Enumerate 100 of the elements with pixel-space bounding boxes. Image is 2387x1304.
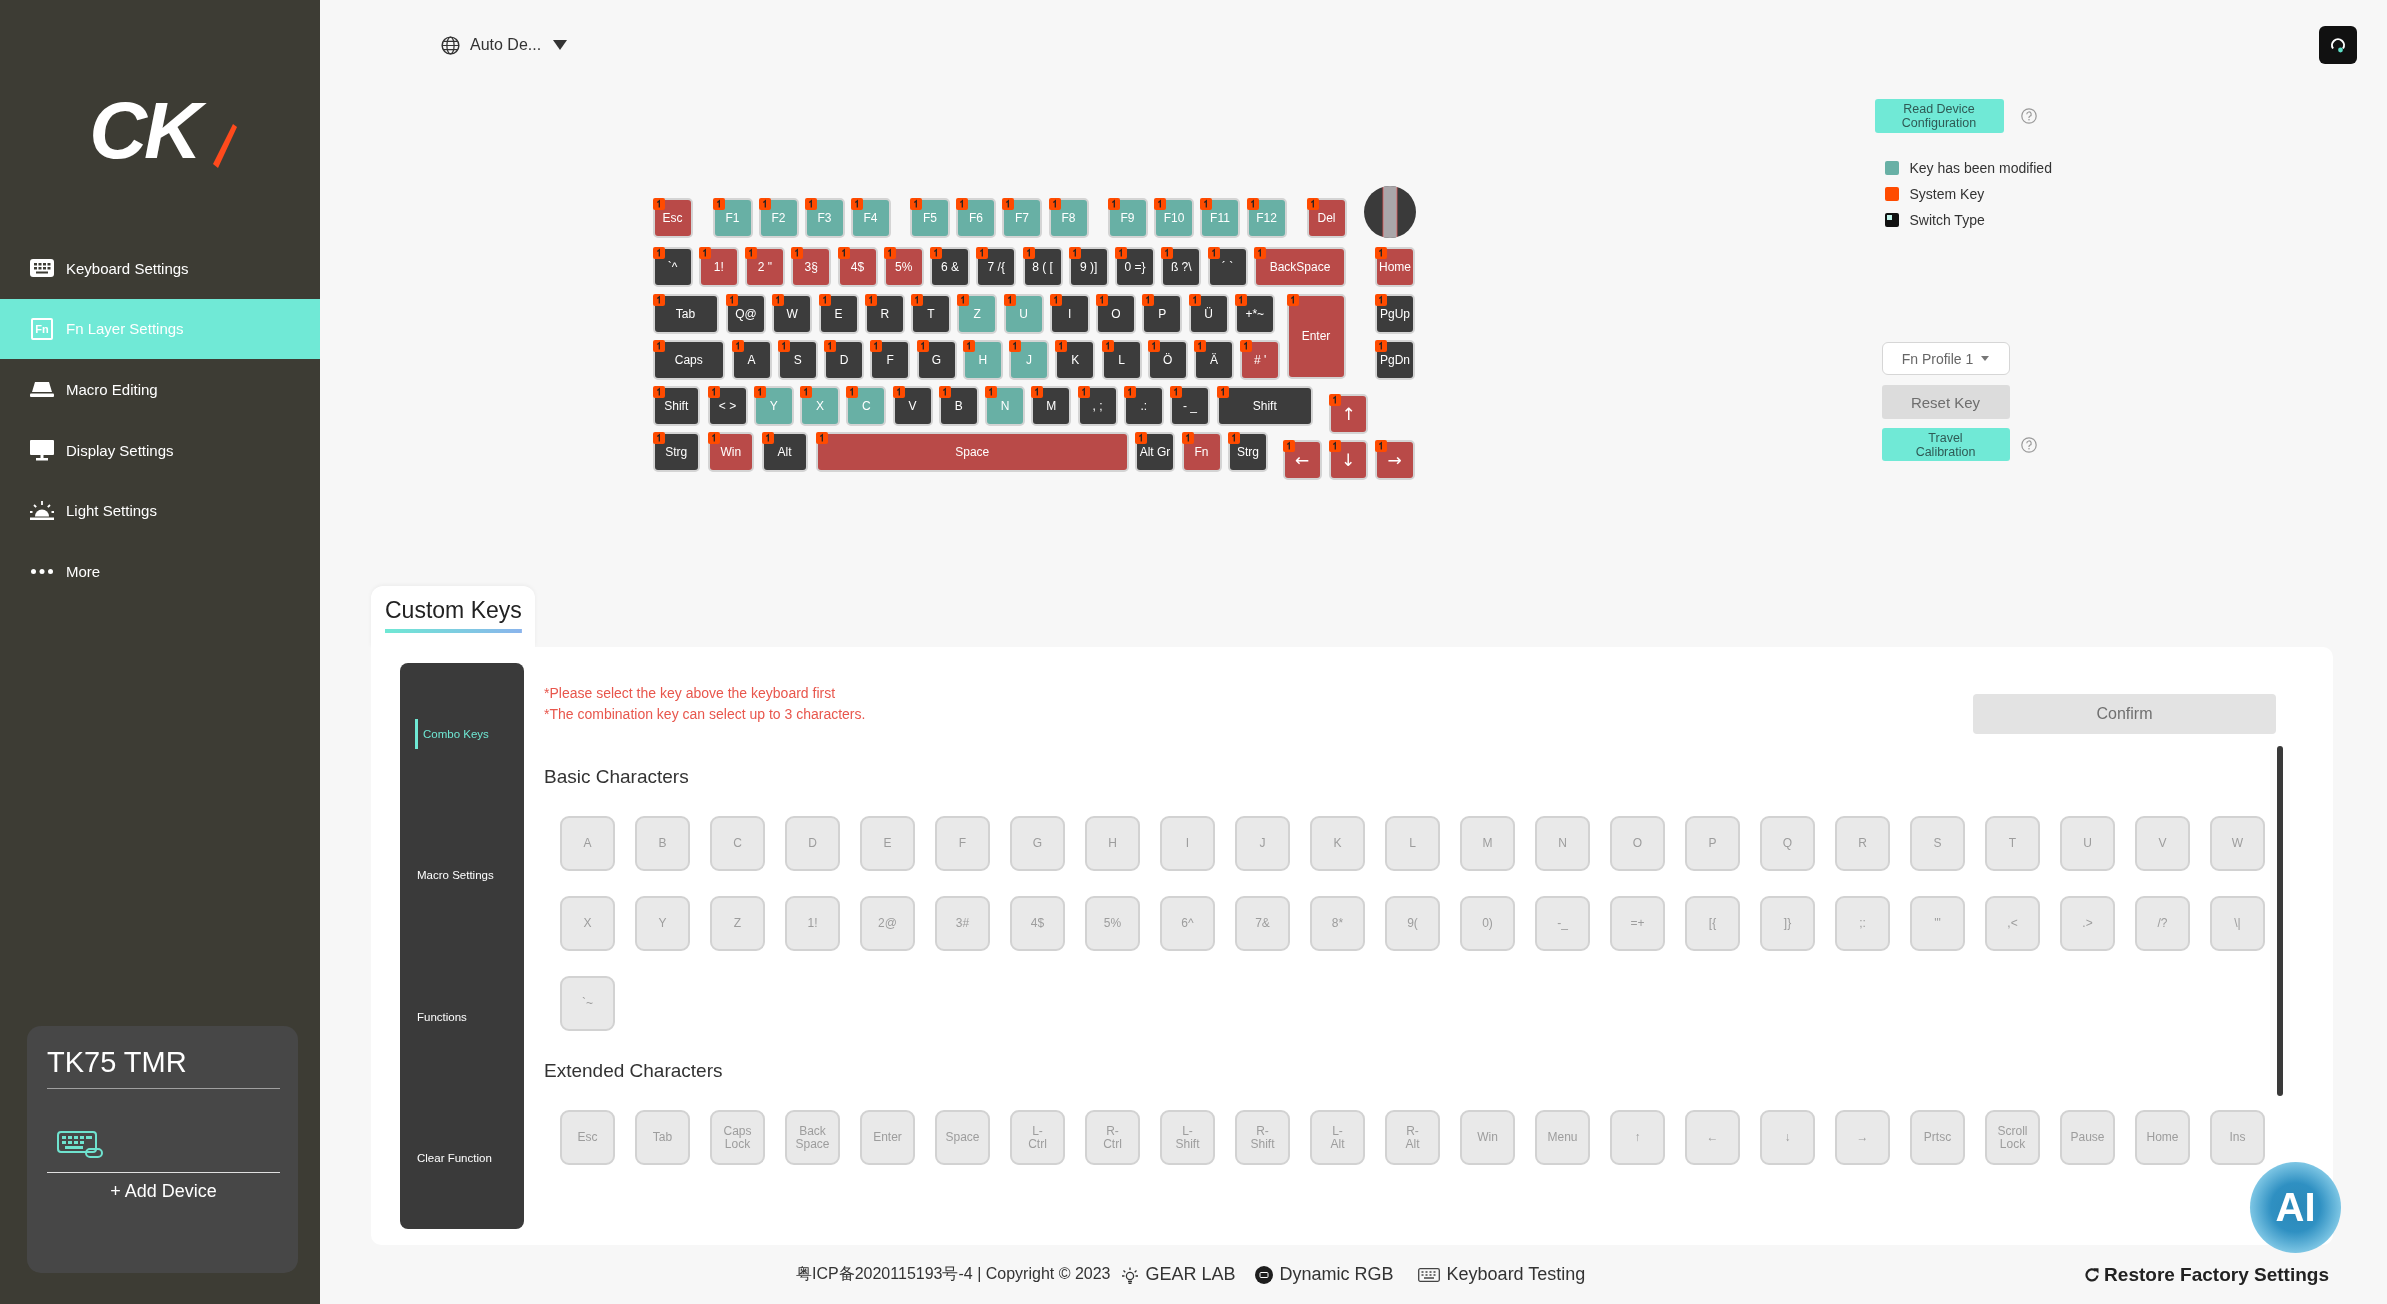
keyboard-key[interactable]: Del [1306,198,1347,238]
keyboard-key[interactable]: Shift [652,386,700,426]
keyboard-key[interactable]: Space [816,432,1129,473]
tab[interactable]: Custom Keys [371,586,535,647]
character-key[interactable]: Ins [2210,1110,2265,1165]
keyboard-key[interactable]: K [1055,339,1096,380]
character-key[interactable]: I [1160,816,1215,871]
keyboard-key[interactable]: I [1049,293,1090,334]
character-key[interactable]: Home [2135,1110,2190,1165]
nav-item[interactable]: Keyboard Settings [0,238,320,299]
keyboard-key[interactable]: BackSpace [1253,247,1347,288]
character-key[interactable]: A [560,816,615,871]
character-key[interactable]: T [1985,816,2040,871]
keyboard-key[interactable]: F4 [850,198,891,238]
keyboard-key[interactable]: D [824,339,864,380]
character-key[interactable]: 2@ [860,896,915,951]
nav-item[interactable]: Fn Fn Layer Settings [0,298,320,360]
footer-link[interactable]: Dynamic RGB [1254,1264,1394,1285]
keyboard-key[interactable]: 7 /{ [976,247,1017,288]
menu-item[interactable]: Macro Settings [415,860,494,891]
keyboard-key[interactable]: O [1096,293,1136,334]
keyboard-key[interactable]: H [962,339,1003,380]
character-key[interactable]: Scroll Lock [1985,1110,2040,1165]
keyboard-key[interactable]: Fn [1181,432,1222,473]
footer-link[interactable]: GEAR LAB [1120,1264,1236,1285]
character-key[interactable]: M [1460,816,1515,871]
keyboard-key[interactable]: ← [1282,440,1322,481]
keyboard-key[interactable]: B [938,386,979,426]
help-icon[interactable] [2020,436,2037,453]
character-key[interactable]: O [1610,816,1665,871]
character-key[interactable]: ↓ [1760,1110,1815,1165]
character-key[interactable]: C [710,816,765,871]
keyboard-key[interactable]: 8 ( [ [1022,247,1063,288]
menu-item[interactable]: Clear Function [415,1143,492,1174]
character-key[interactable]: [{ [1685,896,1740,951]
character-key[interactable]: 6^ [1160,896,1215,951]
keyboard-key[interactable]: Alt Gr [1135,432,1175,473]
keyboard-key[interactable]: 2 " [745,247,785,288]
character-key[interactable]: K [1310,816,1365,871]
character-key[interactable]: S [1910,816,1965,871]
character-key[interactable]: ,< [1985,896,2040,951]
keyboard-key[interactable]: ↑ [1329,394,1368,434]
keyboard-key[interactable]: ß ?\ [1161,247,1202,288]
character-key[interactable]: H [1085,816,1140,871]
keyboard-key[interactable]: PgDn [1375,339,1415,380]
keyboard-key[interactable]: Ü [1188,293,1229,334]
keyboard-key[interactable]: Tab [652,293,719,334]
keyboard-key[interactable]: E [818,293,859,334]
character-key[interactable]: J [1235,816,1290,871]
scrollbar[interactable] [2277,746,2283,1096]
character-key[interactable]: F [935,816,990,871]
keyboard-key[interactable]: Shift [1216,386,1313,426]
keyboard-key[interactable]: R [864,293,905,334]
character-key[interactable]: Win [1460,1110,1515,1165]
character-key[interactable]: R-Ctrl [1085,1110,1140,1165]
keyboard-key[interactable]: F7 [1002,198,1042,238]
character-key[interactable]: Esc [560,1110,615,1165]
keyboard-key[interactable]: F [870,339,911,380]
keyboard-key[interactable]: F8 [1048,198,1089,238]
keyboard-key[interactable]: ´ ` [1207,247,1248,288]
character-key[interactable]: U [2060,816,2115,871]
character-key[interactable]: Menu [1535,1110,1590,1165]
character-key[interactable]: E [860,816,915,871]
character-key[interactable]: B [635,816,690,871]
help-icon[interactable] [2020,108,2037,124]
keyboard-key[interactable]: 6 & [930,247,970,288]
travel-calibration-button[interactable]: Travel Calibration [1881,428,2010,461]
keyboard-key[interactable]: Y [753,386,794,426]
character-key[interactable]: G [1010,816,1065,871]
keyboard-key[interactable]: → [1374,440,1415,481]
keyboard-key[interactable]: F12 [1246,198,1287,238]
keyboard-key[interactable]: A [731,339,772,380]
keyboard-key[interactable]: G [916,339,957,380]
character-key[interactable]: `~ [560,976,615,1031]
nav-item[interactable]: More [0,540,320,602]
keyboard-key[interactable]: .: [1123,386,1164,426]
character-key[interactable]: Q [1760,816,1815,871]
character-key[interactable]: L [1385,816,1440,871]
character-key[interactable]: ↑ [1610,1110,1665,1165]
keyboard-key[interactable]: 0 =} [1115,247,1155,288]
keyboard-key[interactable]: Home [1375,247,1415,288]
menu-item[interactable]: Functions [415,1001,467,1032]
nav-item[interactable]: Macro Editing [0,359,320,420]
ring-icon[interactable] [2319,26,2357,64]
character-key[interactable]: 7& [1235,896,1290,951]
character-key[interactable]: '" [1910,896,1965,951]
character-key[interactable]: .> [2060,896,2115,951]
keyboard-key[interactable]: Strg [1228,432,1268,473]
keyboard-key[interactable]: F11 [1200,198,1240,238]
read-config-button[interactable]: Read Device Configuration [1874,99,2004,133]
character-key[interactable]: Tab [635,1110,690,1165]
keyboard-key[interactable]: T [911,293,951,334]
keyboard-key[interactable]: N [985,386,1025,426]
character-key[interactable]: ]} [1760,896,1815,951]
character-key[interactable]: ← [1685,1110,1740,1165]
keyboard-key[interactable]: V [892,386,933,426]
character-key[interactable]: Y [635,896,690,951]
keyboard-key[interactable]: 5% [883,247,924,288]
character-key[interactable]: N [1535,816,1590,871]
character-key[interactable]: -_ [1535,896,1590,951]
